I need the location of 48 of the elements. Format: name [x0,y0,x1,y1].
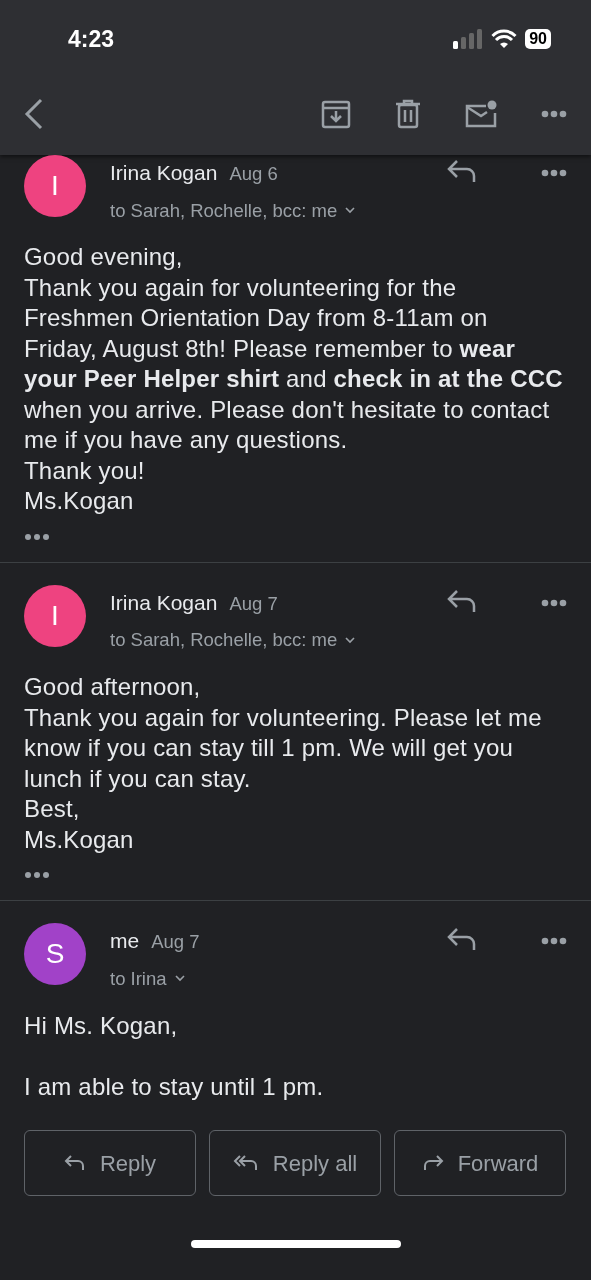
message-text: Thank you again for volunteering. Please let me know if you can stay till 1 pm. We will get you lunch if you can stay. [24,702,543,794]
forward-icon [421,1154,444,1173]
battery-level: 90 [525,29,551,49]
message-text: Ms.Kogan [24,824,135,855]
more-button[interactable] [541,169,567,177]
sender-name: Irina Kogan [110,160,218,186]
message-date: Aug 6 [229,162,278,186]
message-text: Best, [24,794,81,825]
message-text: Good afternoon, [24,672,202,703]
reply-button[interactable] [447,159,477,183]
more-button[interactable] [541,937,567,946]
show-trimmed-button[interactable] [24,871,50,880]
archive-button[interactable] [321,99,351,129]
message-date: Aug 7 [229,592,278,616]
avatar: I [24,155,86,217]
delete-button[interactable] [395,99,421,129]
reply-icon [63,1154,86,1173]
caret-icon [345,206,356,214]
wifi-icon [491,29,518,49]
show-trimmed-button[interactable] [24,532,50,541]
message-text: Hi Ms. Kogan, [24,1010,179,1041]
more-button[interactable] [541,599,567,607]
signal-icon [453,29,484,49]
message-text: I am able to stay until 1 pm. [24,1071,325,1102]
message-text: Thank you again for volunteering for the Freshmen Orientation Day from 8-11am on Friday, August 8th! Please remember to wear your Peer Helper shirt and check in at the CCC when you arrive. Please don't hesitate to contact me if you have any questions. [24,272,564,456]
message-text: Ms.Kogan [24,486,135,517]
caret-icon [345,636,356,644]
back-button[interactable] [24,98,44,130]
recipients-dropdown[interactable]: to Sarah, Rochelle, bcc: me [110,196,356,225]
message-text: Thank you! [24,455,146,486]
recipients-dropdown[interactable]: to Sarah, Rochelle, bcc: me [110,626,356,655]
sender-name: me [110,928,140,955]
mail-button[interactable] [465,100,497,128]
clock-time: 4:23 [68,24,115,54]
sender-name: Irina Kogan [110,590,218,616]
avatar: I [24,585,86,647]
recipients-dropdown[interactable]: to Irina [110,964,185,993]
more-button[interactable] [541,110,567,118]
reply-button[interactable] [447,589,477,613]
reply-all-button[interactable]: Reply all [209,1130,381,1197]
message-text: Good evening, [24,242,184,273]
forward-button[interactable]: Forward [394,1130,566,1197]
reply-all-icon [232,1154,259,1173]
message-date: Aug 7 [151,930,200,955]
reply-button[interactable]: Reply [24,1130,196,1197]
reply-button[interactable] [447,927,477,952]
caret-icon [174,975,185,983]
avatar: S [24,923,86,986]
